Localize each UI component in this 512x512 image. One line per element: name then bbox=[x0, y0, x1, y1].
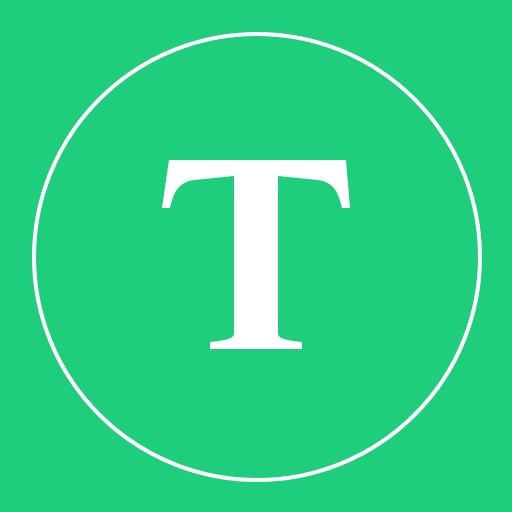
t-glyph-icon bbox=[162, 160, 350, 349]
app-icon bbox=[0, 0, 512, 512]
logo-letter-t bbox=[0, 0, 512, 512]
